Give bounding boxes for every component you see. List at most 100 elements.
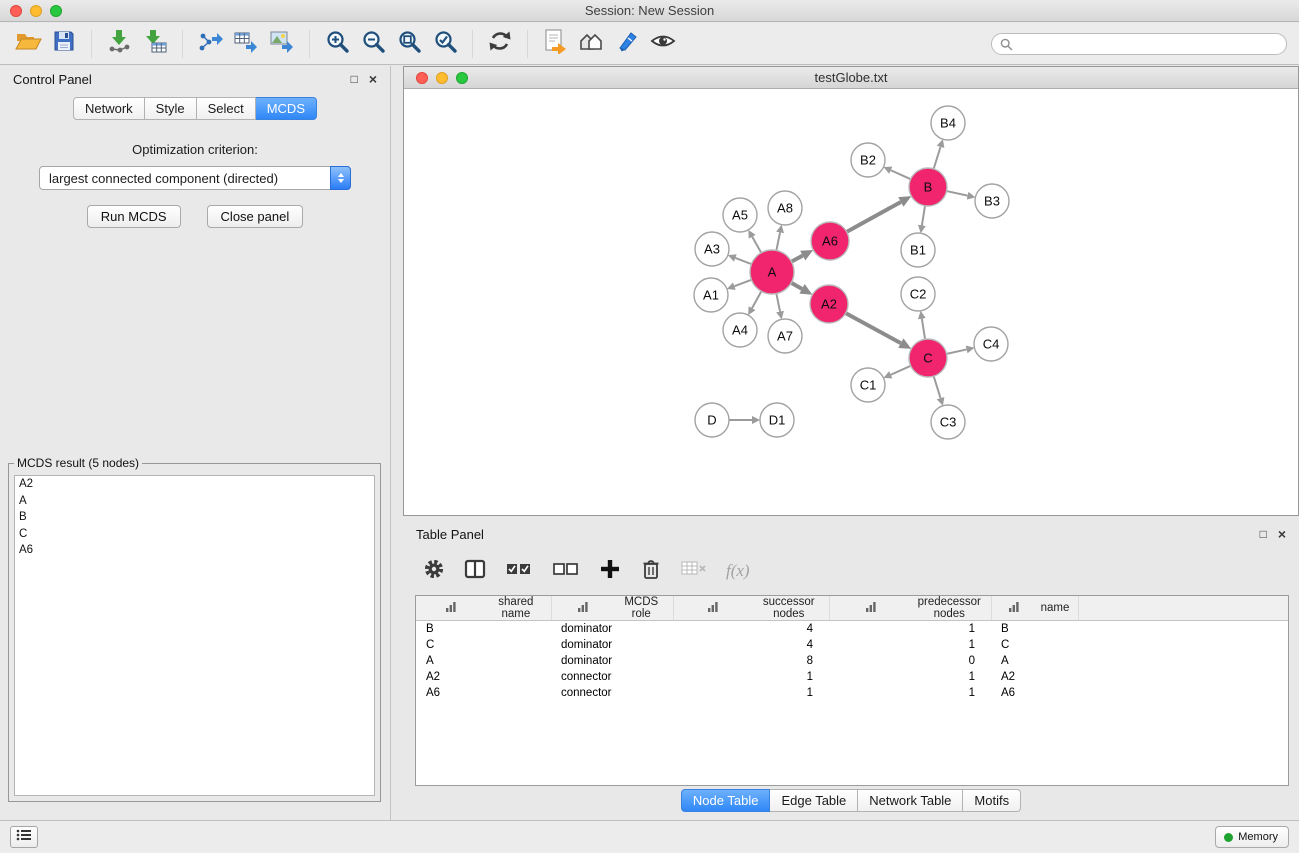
minimize-window-button[interactable] <box>30 5 42 17</box>
graph-edge-C-C4[interactable] <box>947 349 967 353</box>
graph-edge-A-A4[interactable] <box>752 291 761 308</box>
table-cell[interactable]: 1 <box>829 621 991 637</box>
column-header-name[interactable]: name <box>991 596 1078 621</box>
graph-node-B2[interactable]: B2 <box>851 143 885 177</box>
graph-edge-A-A8[interactable] <box>776 232 780 250</box>
graph-edge-A6-B[interactable] <box>847 202 901 232</box>
graph-node-C2[interactable]: C2 <box>901 277 935 311</box>
graph-node-A2[interactable]: A2 <box>810 285 848 323</box>
toggle-visibility-button[interactable] <box>645 26 681 62</box>
graph-edge-B-B2[interactable] <box>891 170 911 179</box>
result-item[interactable]: B <box>15 509 374 526</box>
table-cell[interactable]: dominator <box>551 653 673 669</box>
graph-node-A1[interactable]: A1 <box>694 278 728 312</box>
close-window-button[interactable] <box>10 5 22 17</box>
close-panel-button[interactable]: Close panel <box>207 205 304 228</box>
memory-button[interactable]: Memory <box>1215 826 1289 848</box>
mcds-result-list[interactable]: A2ABCA6 <box>14 475 375 796</box>
column-header-shared-name[interactable]: shared name <box>416 596 551 621</box>
annotations-button[interactable] <box>609 26 645 62</box>
table-cell[interactable]: 8 <box>673 653 829 669</box>
delete-table-button[interactable] <box>679 558 709 584</box>
table-row[interactable]: Bdominator41B <box>416 621 1288 637</box>
graph-node-A[interactable]: A <box>750 250 794 294</box>
network-canvas-container[interactable]: B4B2BB3A8A5A6A3B1AA1C2A2A4A7C4CC1C3DD1 <box>404 90 1298 515</box>
table-cell[interactable]: dominator <box>551 637 673 653</box>
graph-edge-B-B3[interactable] <box>947 191 968 196</box>
task-history-button[interactable] <box>10 826 38 848</box>
graph-node-A6[interactable]: A6 <box>811 222 849 260</box>
tab-select[interactable]: Select <box>197 97 256 120</box>
table-cell[interactable]: 1 <box>829 637 991 653</box>
result-item[interactable]: A <box>15 493 374 510</box>
column-header-mcds-role[interactable]: MCDS role <box>551 596 673 621</box>
tab-network-table[interactable]: Network Table <box>858 789 963 812</box>
float-table-panel-icon[interactable]: □ <box>1260 528 1267 540</box>
graph-node-C3[interactable]: C3 <box>931 405 965 439</box>
export-image-button[interactable] <box>264 26 300 62</box>
zoom-out-button[interactable] <box>355 26 391 62</box>
table-row[interactable]: A6connector11A6 <box>416 685 1288 701</box>
show-columns-button[interactable] <box>462 558 488 584</box>
graph-node-C[interactable]: C <box>909 339 947 377</box>
table-cell[interactable]: 0 <box>829 653 991 669</box>
table-cell[interactable]: dominator <box>551 621 673 637</box>
table-cell[interactable]: 4 <box>673 621 829 637</box>
close-network-window-button[interactable] <box>416 72 428 84</box>
result-item[interactable]: C <box>15 526 374 543</box>
delete-column-button[interactable] <box>638 558 664 584</box>
zoom-selected-button[interactable] <box>427 26 463 62</box>
zoom-window-button[interactable] <box>50 5 62 17</box>
graph-node-C1[interactable]: C1 <box>851 368 885 402</box>
close-table-panel-icon[interactable]: × <box>1278 527 1286 541</box>
table-cell[interactable]: C <box>991 637 1078 653</box>
table-cell[interactable]: 1 <box>673 685 829 701</box>
table-cell[interactable]: B <box>991 621 1078 637</box>
graph-edge-A-A7[interactable] <box>776 294 780 312</box>
function-builder-button[interactable]: f(x) <box>726 561 750 581</box>
graph-node-D1[interactable]: D1 <box>760 403 794 437</box>
table-cell[interactable]: A2 <box>991 669 1078 685</box>
float-panel-icon[interactable]: □ <box>351 73 358 85</box>
table-cell[interactable]: A <box>991 653 1078 669</box>
table-cell[interactable]: A6 <box>416 685 551 701</box>
graph-edge-C-C1[interactable] <box>891 366 911 375</box>
export-table-button[interactable] <box>228 26 264 62</box>
tab-style[interactable]: Style <box>145 97 197 120</box>
table-cell[interactable]: 1 <box>673 669 829 685</box>
graph-node-B3[interactable]: B3 <box>975 184 1009 218</box>
table-cell[interactable]: 4 <box>673 637 829 653</box>
optimization-dropdown[interactable]: largest connected component (directed) <box>39 166 351 190</box>
apply-layout-button[interactable] <box>482 26 518 62</box>
tab-network[interactable]: Network <box>73 97 145 120</box>
run-mcds-button[interactable]: Run MCDS <box>87 205 181 228</box>
table-cell[interactable]: connector <box>551 669 673 685</box>
table-cell[interactable]: connector <box>551 685 673 701</box>
graph-edge-C-C2[interactable] <box>922 319 925 340</box>
table-row[interactable]: Cdominator41C <box>416 637 1288 653</box>
graph-node-B1[interactable]: B1 <box>901 233 935 267</box>
result-item[interactable]: A6 <box>15 542 374 559</box>
search-input[interactable] <box>991 33 1287 55</box>
graph-edge-A-A2[interactable] <box>791 283 802 289</box>
export-network-button[interactable] <box>192 26 228 62</box>
graph-node-D[interactable]: D <box>695 403 729 437</box>
graph-node-A3[interactable]: A3 <box>695 232 729 266</box>
table-cell[interactable]: 1 <box>829 685 991 701</box>
graph-node-A5[interactable]: A5 <box>723 198 757 232</box>
table-cell[interactable]: A6 <box>991 685 1078 701</box>
graph-node-B[interactable]: B <box>909 168 947 206</box>
import-network-button[interactable] <box>101 26 137 62</box>
open-session-button[interactable] <box>10 26 46 62</box>
result-item[interactable]: A2 <box>15 476 374 493</box>
copy-view-button[interactable] <box>537 26 573 62</box>
table-row[interactable]: Adominator80A <box>416 653 1288 669</box>
minimize-network-window-button[interactable] <box>436 72 448 84</box>
table-cell[interactable]: 1 <box>829 669 991 685</box>
save-session-button[interactable] <box>46 26 82 62</box>
graph-edge-A-A3[interactable] <box>735 258 751 264</box>
zoom-in-button[interactable] <box>319 26 355 62</box>
graph-edge-A2-C[interactable] <box>846 313 901 343</box>
table-row[interactable]: A2connector11A2 <box>416 669 1288 685</box>
graph-edge-A-A1[interactable] <box>734 280 751 286</box>
